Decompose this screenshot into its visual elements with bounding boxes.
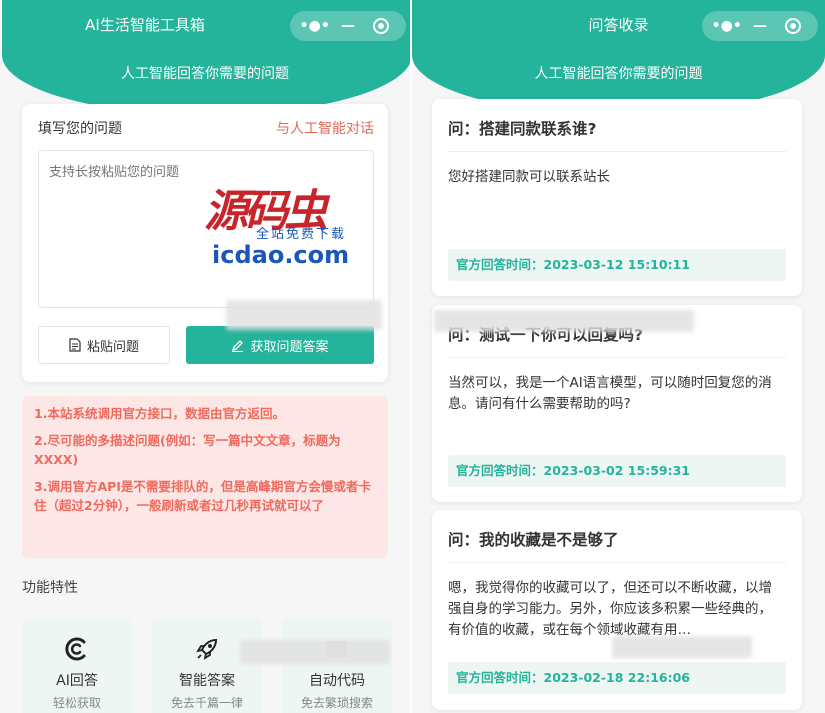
feature-smart-answer[interactable]: 智能答案 免去千篇一律: [152, 618, 262, 713]
features-title: 功能特性: [22, 580, 78, 596]
paste-button[interactable]: 粘贴问题: [38, 326, 170, 364]
blur-overlay: [240, 640, 390, 664]
divider: [448, 357, 786, 358]
pencil-icon: [232, 339, 244, 352]
close-icon[interactable]: [366, 11, 396, 41]
notice-item: 2.尽可能的多描述问题(例如：写一篇中文文章，标题为XXXX): [34, 433, 341, 467]
qa-time: 官方回答时间：2023-02-18 22:16:06: [448, 662, 786, 694]
notice-item: 3.调用官方API是不需要排队的，但是高峰期官方会慢或者卡住（超过2分钟），一般…: [34, 479, 371, 513]
blur-overlay: [434, 310, 694, 332]
notice-item: 1.本站系统调用官方接口，数据由官方返回。: [34, 406, 285, 421]
qa-card[interactable]: 问：我的收藏是不是够了 嗯，我觉得你的收藏可以了，但还可以不断收藏，以增强自身的…: [432, 510, 802, 710]
more-icon[interactable]: •●•: [300, 11, 330, 41]
document-icon: [69, 338, 81, 352]
more-icon[interactable]: •●•: [712, 11, 742, 41]
feature-sub: 免去千篇一律: [170, 696, 243, 710]
feature-name: 自动代码: [309, 673, 365, 689]
rocket-icon: [196, 638, 218, 660]
question-label: 填写您的问题: [38, 121, 122, 137]
get-answer-button[interactable]: 获取问题答案: [186, 326, 374, 364]
capsule-menu: •●• —: [702, 11, 818, 41]
watermark-logo: 源码虫 全站免费下载 icdao.com: [200, 175, 370, 275]
right-screen: 问答收录 •●• — 人工智能回答你需要的问题 问：搭建同款联系谁? 您好搭建同…: [412, 0, 825, 713]
feature-auto-code[interactable]: 自动代码 免去繁琐搜索: [282, 618, 392, 713]
notice-box: 1.本站系统调用官方接口，数据由官方返回。 2.尽可能的多描述问题(例如：写一篇…: [22, 396, 388, 558]
subtitle: 人工智能回答你需要的问题: [534, 66, 703, 82]
left-screen: AI生活智能工具箱 •●• — 人工智能回答你需要的问题 填写您的问题 与人工智…: [0, 0, 410, 713]
watermark-sub: 全站免费下载: [256, 227, 347, 242]
qa-question: 问：搭建同款联系谁?: [448, 120, 597, 138]
feature-sub: 免去繁琐搜索: [300, 696, 373, 710]
divider: [448, 562, 786, 563]
subtitle: 人工智能回答你需要的问题: [121, 66, 289, 82]
capsule-menu: •●• —: [290, 11, 406, 41]
minimize-icon[interactable]: —: [333, 11, 363, 41]
qa-answer: 当然可以，我是一个AI语言模型，可以随时回复您的消息。请问有什么需要帮助的吗?: [448, 375, 772, 412]
get-answer-label: 获取问题答案: [250, 339, 329, 355]
divider: [448, 151, 786, 152]
qa-time: 官方回答时间：2023-03-02 15:59:31: [448, 455, 786, 487]
close-icon[interactable]: [778, 11, 808, 41]
c-logo-icon: [65, 637, 86, 661]
qa-card[interactable]: 问：搭建同款联系谁? 您好搭建同款可以联系站长 官方回答时间：2023-03-1…: [432, 99, 802, 296]
ai-chat-link[interactable]: 与人工智能对话: [276, 118, 374, 138]
feature-name: AI回答: [56, 673, 98, 689]
qa-answer: 您好搭建同款可以联系站长: [448, 169, 610, 185]
feature-name: 智能答案: [179, 673, 235, 689]
blur-overlay: [226, 300, 382, 330]
qa-answer: 嗯，我觉得你的收藏可以了，但还可以不断收藏，以增强自身的学习能力。另外，你应该多…: [448, 580, 772, 638]
qa-time: 官方回答时间：2023-03-12 15:10:11: [448, 249, 786, 281]
blur-overlay: [612, 636, 752, 658]
feature-ai-answer[interactable]: AI回答 轻松获取: [22, 618, 132, 713]
qa-card[interactable]: 问：测试一下你可以回复吗? 当然可以，我是一个AI语言模型，可以随时回复您的消息…: [432, 305, 802, 502]
paste-button-label: 粘贴问题: [86, 339, 139, 355]
qa-question: 问：我的收藏是不是够了: [448, 531, 619, 549]
watermark-url: icdao.com: [212, 241, 350, 269]
minimize-icon[interactable]: —: [745, 11, 775, 41]
feature-sub: 轻松获取: [52, 696, 101, 710]
